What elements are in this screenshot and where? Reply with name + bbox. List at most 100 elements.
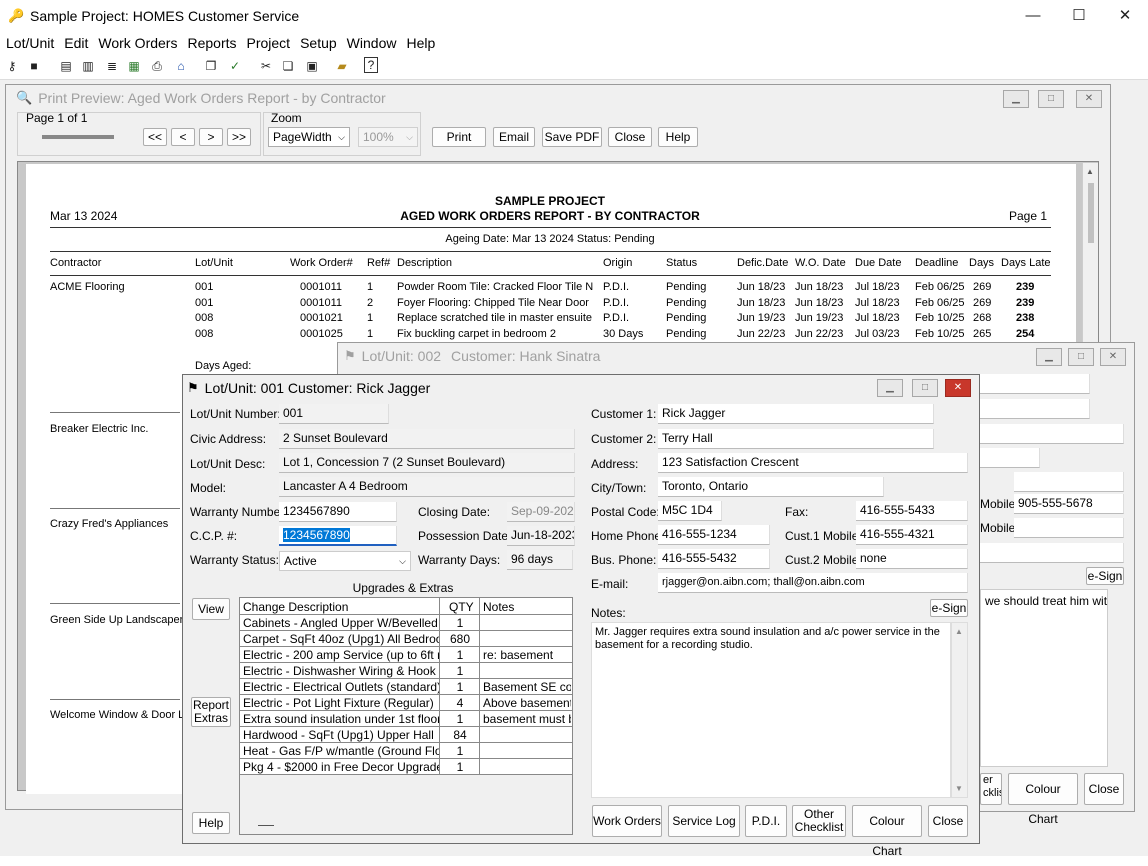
help-preview-button[interactable]: Help: [658, 127, 698, 147]
list-icon[interactable]: ≣: [103, 57, 121, 75]
preview-minimize-button[interactable]: ▁: [1003, 90, 1029, 108]
service-log-button[interactable]: Service Log: [668, 805, 740, 837]
menu-work-orders[interactable]: Work Orders: [98, 35, 177, 51]
lot-001-close-button[interactable]: ✕: [945, 379, 971, 397]
scroll-up-icon[interactable]: ▲: [1086, 167, 1094, 176]
customer2-field[interactable]: Terry Hall: [658, 429, 934, 449]
scroll-up-icon[interactable]: ▲: [955, 627, 963, 636]
page-slider[interactable]: [42, 135, 114, 139]
menu-edit[interactable]: Edit: [64, 35, 88, 51]
save-pdf-button[interactable]: Save PDF: [542, 127, 602, 147]
report-cell: 001: [195, 296, 214, 309]
preview-close-button[interactable]: ✕: [1076, 90, 1102, 108]
minimize-button[interactable]: —: [1010, 0, 1056, 32]
warranty-number-field[interactable]: 1234567890: [279, 502, 397, 522]
warranty-status-select[interactable]: Active ⌵: [279, 551, 411, 571]
help-upgrades-button[interactable]: Help: [192, 812, 230, 834]
close-button[interactable]: ✕: [1102, 0, 1148, 32]
fax-field[interactable]: 416-555-5433: [856, 501, 968, 521]
report-cell: 2: [367, 296, 374, 309]
report-extras-button[interactable]: Report Extras: [191, 697, 231, 727]
menu-lot-unit[interactable]: Lot/Unit: [6, 35, 54, 51]
cut-icon[interactable]: ✂: [257, 57, 275, 75]
bus-phone-field[interactable]: 416-555-5432: [658, 549, 770, 569]
maximize-button[interactable]: ☐: [1056, 0, 1102, 32]
lot-002-mobile-field[interactable]: 905-555-5678: [1014, 494, 1124, 514]
lot-002-minimize-button[interactable]: ▁: [1036, 348, 1062, 366]
grid-icon[interactable]: ▦: [125, 57, 143, 75]
colour-chart-button[interactable]: Colour Chart: [852, 805, 922, 858]
close-lot-button[interactable]: Close: [928, 805, 968, 837]
customer1-field[interactable]: Rick Jagger: [658, 404, 934, 424]
first-page-button[interactable]: <<: [143, 128, 167, 146]
lot-002-close-button-bottom[interactable]: Close: [1084, 773, 1124, 805]
save-icon[interactable]: ■: [25, 57, 43, 75]
other-checklist-button[interactable]: Other Checklist: [792, 805, 846, 837]
lot-002-esign-button[interactable]: e-Sign: [1086, 567, 1124, 585]
copy-check-icon[interactable]: ❐: [202, 57, 220, 75]
table-cell: Cabinets - Angled Upper W/Bevelled Gla: [243, 616, 439, 630]
postal-code-field[interactable]: M5C 1D4: [658, 501, 722, 521]
menu-help[interactable]: Help: [406, 35, 435, 51]
home-phone-field[interactable]: 416-555-1234: [658, 525, 770, 545]
next-page-button[interactable]: >: [199, 128, 223, 146]
report-cell: Powder Room Tile: Cracked Floor Tile N: [397, 281, 594, 293]
ccp-field[interactable]: 1234567890: [279, 526, 397, 546]
report-cell: 1: [367, 281, 374, 293]
lot-002-field[interactable]: [980, 399, 1090, 419]
work-orders-button[interactable]: Work Orders: [592, 805, 662, 837]
home-icon[interactable]: ⌂: [172, 57, 190, 75]
menu-setup[interactable]: Setup: [300, 35, 337, 51]
lot-002-other-checklist-button[interactable]: ercklist: [980, 773, 1002, 805]
scroll-thumb[interactable]: [1088, 183, 1094, 243]
lot-002-mobile2-field[interactable]: [1014, 518, 1124, 538]
book-icon[interactable]: ▥: [79, 57, 97, 75]
folder-icon[interactable]: ▰: [333, 57, 351, 75]
preview-maximize-button[interactable]: □: [1038, 90, 1064, 108]
lot-001-maximize-button[interactable]: □: [912, 379, 938, 397]
esign-button[interactable]: e-Sign: [930, 599, 968, 617]
notes-scrollbar[interactable]: [951, 622, 968, 798]
lot-002-field[interactable]: [980, 543, 1124, 563]
report-cell: Foyer Flooring: Chipped Tile Near Door: [397, 296, 589, 309]
print-button[interactable]: Print: [432, 127, 486, 147]
copy-icon[interactable]: ❏: [279, 57, 297, 75]
email-button[interactable]: Email: [493, 127, 535, 147]
checklist-icon[interactable]: ✓: [226, 57, 244, 75]
lot-001-minimize-button[interactable]: ▁: [877, 379, 903, 397]
print-icon[interactable]: ⎙: [148, 57, 166, 75]
view-upgrades-button[interactable]: View: [192, 598, 230, 620]
lot-002-notes[interactable]: we should treat him with: [980, 589, 1108, 767]
help-icon[interactable]: ?: [364, 57, 378, 73]
zoom-select[interactable]: PageWidth ⌵: [268, 127, 350, 147]
lot-002-notes-scrollbar[interactable]: [1108, 589, 1124, 767]
docs-icon[interactable]: ▤: [57, 57, 75, 75]
close-preview-button[interactable]: Close: [608, 127, 652, 147]
report-page-number: Page 1: [1009, 209, 1048, 223]
lot-002-maximize-button[interactable]: □: [1068, 348, 1094, 366]
cust2-mobile-field[interactable]: none: [856, 549, 968, 569]
prev-page-button[interactable]: <: [171, 128, 195, 146]
notes-field[interactable]: Mr. Jagger requires extra sound insulati…: [591, 622, 951, 798]
report-cell: 0001021: [300, 312, 343, 325]
menu-window[interactable]: Window: [347, 35, 397, 51]
email-field[interactable]: rjagger@on.aibn.com; thall@on.aibn.com: [658, 573, 968, 593]
lot-002-close-button[interactable]: ✕: [1100, 348, 1126, 366]
col-header: Days: [969, 257, 995, 269]
menu-project[interactable]: Project: [247, 35, 291, 51]
lot-002-field[interactable]: [980, 424, 1124, 444]
cust1-mobile-field[interactable]: 416-555-4321: [856, 525, 968, 545]
key-icon[interactable]: ⚷: [3, 57, 21, 75]
paste-icon[interactable]: ▣: [303, 57, 321, 75]
lot-002-colour-chart-button[interactable]: Colour Chart: [1008, 773, 1078, 826]
lot-002-field[interactable]: [980, 448, 1040, 468]
pdi-button[interactable]: P.D.I.: [745, 805, 787, 837]
last-page-button[interactable]: >>: [227, 128, 251, 146]
report-cell: Pending: [666, 328, 707, 341]
lot-002-field[interactable]: [1014, 472, 1124, 492]
lot-002-field[interactable]: [980, 374, 1090, 394]
scroll-down-icon[interactable]: ▼: [955, 784, 963, 793]
address-field[interactable]: 123 Satisfaction Crescent: [658, 453, 968, 473]
city-field[interactable]: Toronto, Ontario: [658, 477, 884, 497]
menu-reports[interactable]: Reports: [187, 35, 236, 51]
